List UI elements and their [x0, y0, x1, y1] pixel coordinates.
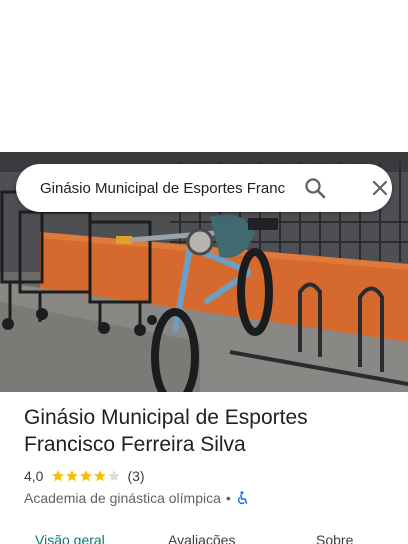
- search-bar[interactable]: Ginásio Municipal de Esportes Franc: [16, 164, 392, 212]
- star-icon: [108, 470, 121, 482]
- rating-value: 4,0: [24, 468, 44, 484]
- tab-overview[interactable]: Visão geral: [35, 532, 105, 544]
- tab-reviews[interactable]: Avaliações: [168, 532, 235, 544]
- rating-row[interactable]: 4,0 (3): [24, 467, 394, 485]
- search-icon[interactable]: [302, 175, 328, 201]
- blank-header-area: [0, 0, 408, 152]
- review-count[interactable]: (3): [127, 468, 144, 484]
- star-icon: [94, 470, 107, 482]
- star-icon: [80, 470, 93, 482]
- place-title-line1: Ginásio Municipal de Esportes: [24, 406, 308, 429]
- category-row: Academia de ginástica olímpica •: [24, 489, 394, 507]
- tab-about[interactable]: Sobre: [316, 532, 353, 544]
- wheelchair-icon: [236, 491, 250, 505]
- star-rating: [51, 469, 121, 483]
- star-icon: [66, 470, 79, 482]
- place-title: Ginásio Municipal de Esportes Francisco …: [24, 404, 394, 458]
- tab-bar: Visão geral Avaliações Sobre: [0, 528, 408, 544]
- separator: •: [225, 490, 231, 506]
- place-title-line2: Francisco Ferreira Silva: [24, 433, 246, 456]
- place-info: Ginásio Municipal de Esportes Francisco …: [24, 404, 394, 507]
- close-icon[interactable]: [368, 176, 392, 200]
- place-category[interactable]: Academia de ginástica olímpica: [24, 490, 221, 506]
- star-icon: [52, 470, 65, 482]
- search-input[interactable]: Ginásio Municipal de Esportes Franc: [40, 180, 286, 197]
